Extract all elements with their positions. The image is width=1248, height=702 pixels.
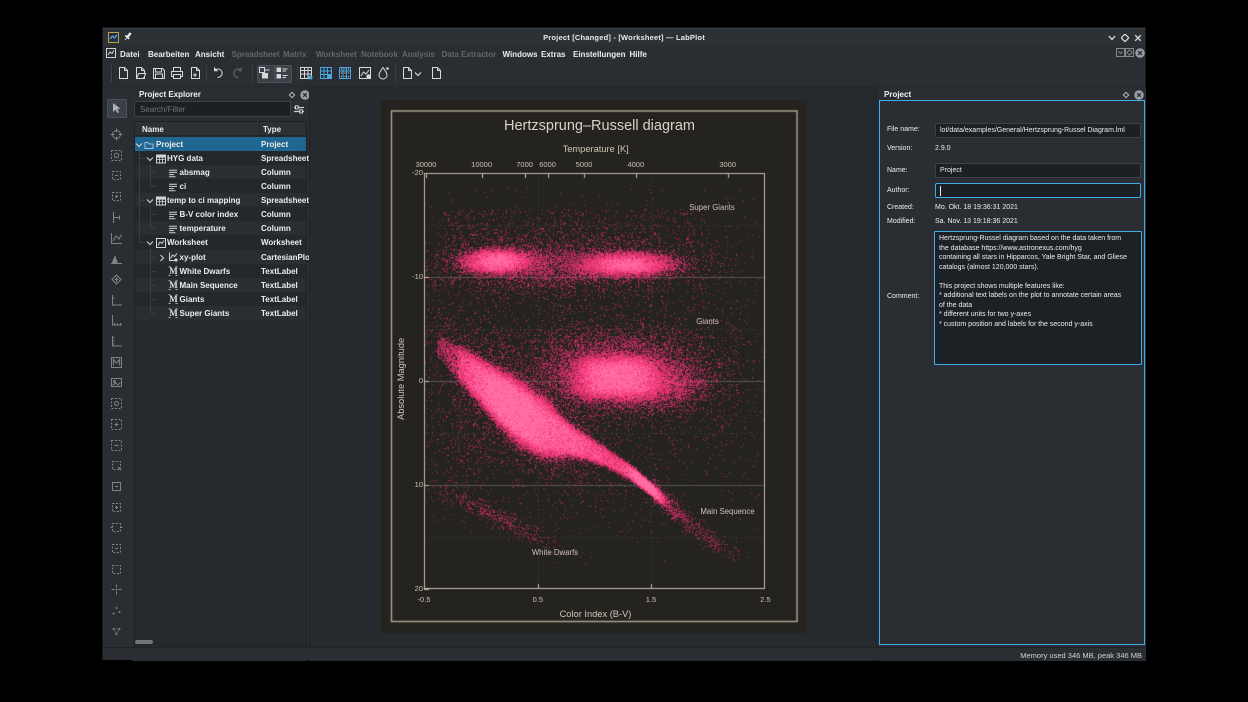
svg-text:M: M <box>169 308 178 318</box>
svg-text:M: M <box>169 266 178 276</box>
svg-text:M: M <box>169 280 178 290</box>
svg-text:M: M <box>169 294 178 304</box>
